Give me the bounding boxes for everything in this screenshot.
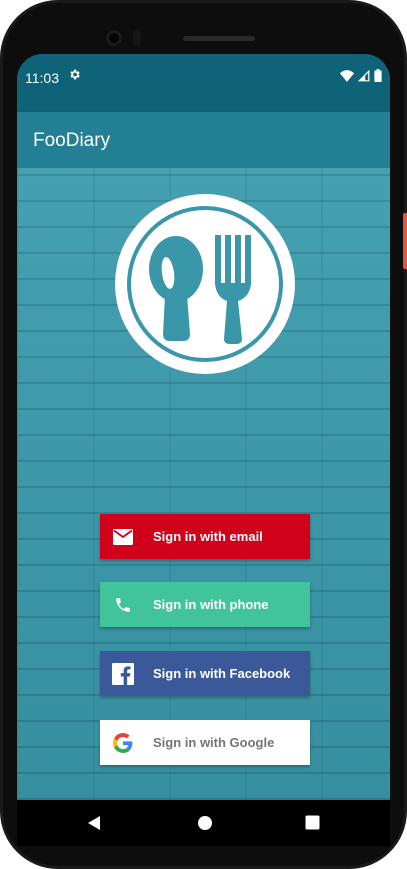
settings-icon xyxy=(68,68,81,85)
navigation-bar xyxy=(17,800,390,846)
recents-icon[interactable] xyxy=(305,815,320,835)
facebook-icon xyxy=(100,651,146,696)
app-bar: FooDiary xyxy=(17,112,390,168)
status-icons xyxy=(340,69,382,87)
sign-in-google-label: Sign in with Google xyxy=(153,735,275,750)
home-icon[interactable] xyxy=(197,815,213,836)
screen: 11:03 FooDiary Sign in with email Sign i… xyxy=(17,54,390,800)
sign-in-google-button[interactable]: Sign in with Google xyxy=(100,720,310,765)
wifi-icon xyxy=(340,69,354,87)
status-bar: 11:03 xyxy=(17,54,390,112)
back-icon[interactable] xyxy=(87,815,101,836)
phone-frame: 11:03 FooDiary Sign in with email Sign i… xyxy=(0,0,407,869)
earpiece-speaker xyxy=(183,36,255,41)
signal-icon xyxy=(357,69,370,87)
app-title: FooDiary xyxy=(33,130,111,151)
sign-in-phone-label: Sign in with phone xyxy=(153,597,269,612)
mail-icon xyxy=(100,514,146,559)
sign-in-facebook-label: Sign in with Facebook xyxy=(153,666,291,681)
front-camera xyxy=(106,30,122,46)
battery-icon xyxy=(374,69,382,87)
spoon-fork-logo-icon xyxy=(115,194,295,374)
sensor xyxy=(133,30,141,46)
google-icon xyxy=(100,720,146,765)
phone-icon xyxy=(100,582,146,627)
sign-in-email-label: Sign in with email xyxy=(153,529,263,544)
sign-in-phone-button[interactable]: Sign in with phone xyxy=(100,582,310,627)
status-time: 11:03 xyxy=(25,70,59,86)
sign-in-facebook-button[interactable]: Sign in with Facebook xyxy=(100,651,310,696)
sign-in-email-button[interactable]: Sign in with email xyxy=(100,514,310,559)
power-button xyxy=(403,213,407,269)
